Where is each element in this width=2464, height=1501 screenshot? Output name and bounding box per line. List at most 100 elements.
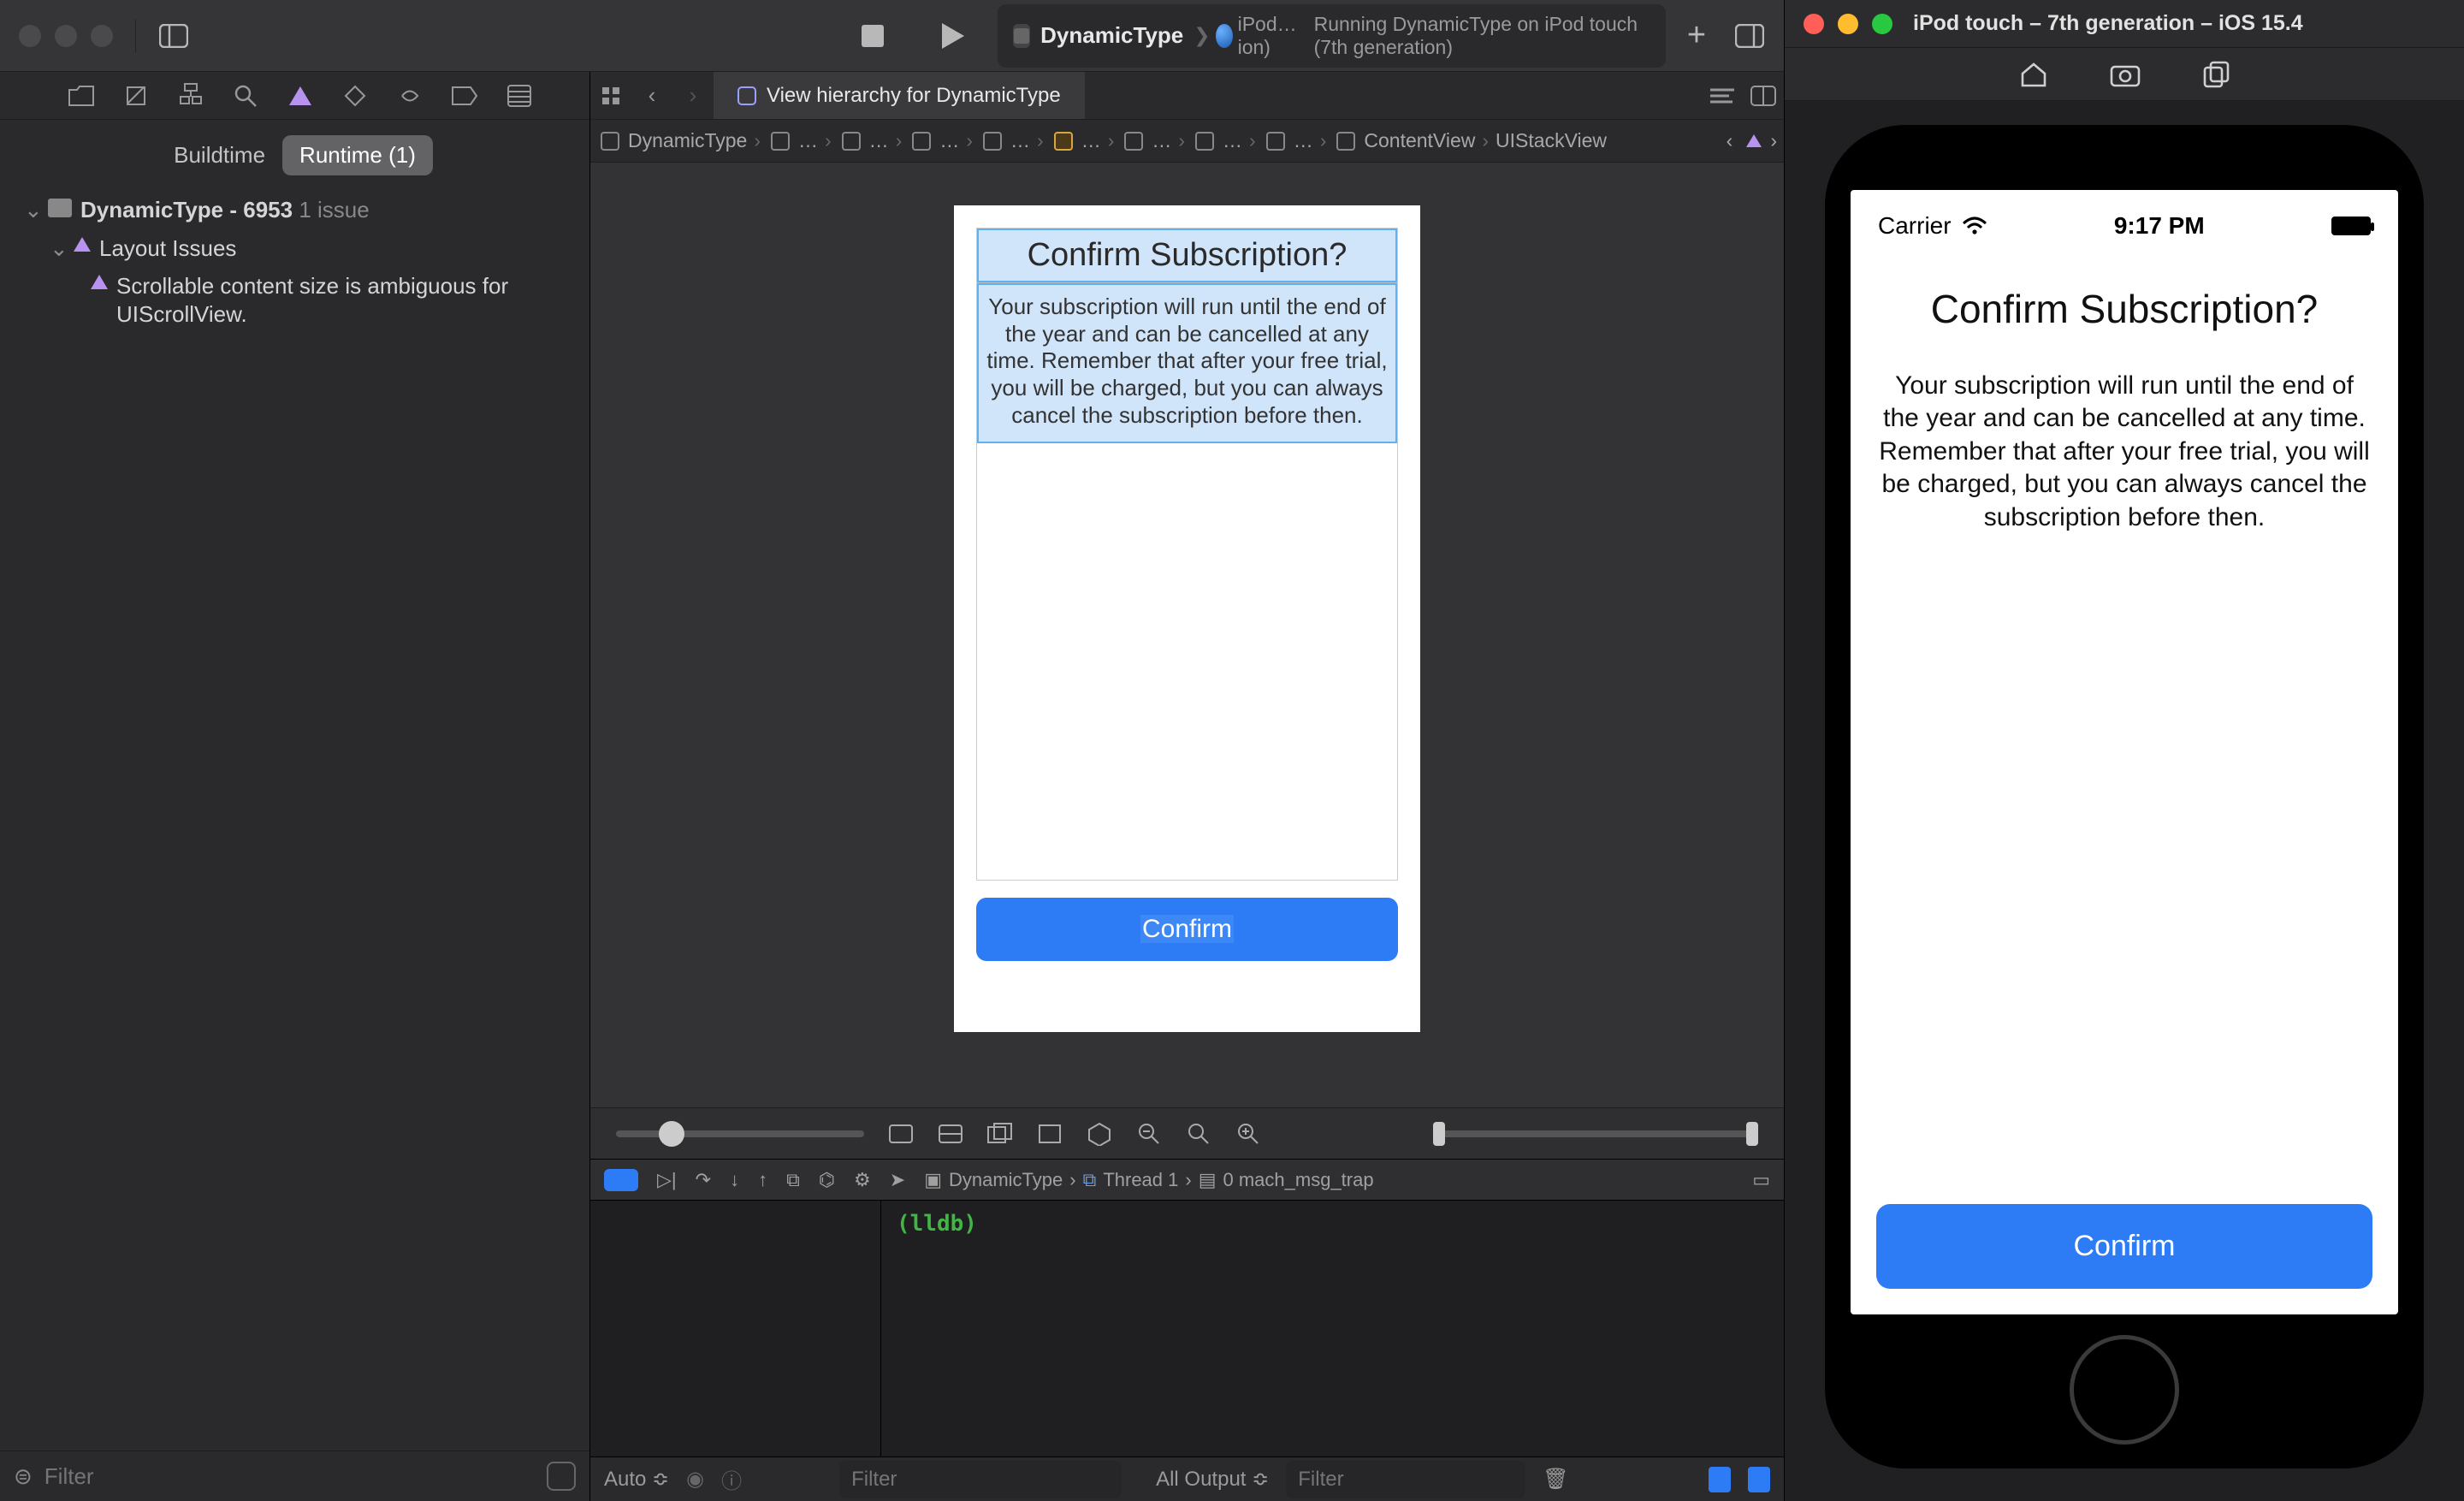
- variables-pane-toggle[interactable]: [1709, 1467, 1731, 1492]
- globe-icon: [1216, 24, 1233, 48]
- preview-confirm-button[interactable]: Confirm: [976, 898, 1398, 961]
- minimize-dot-icon[interactable]: [1838, 14, 1858, 34]
- jumpbar-root[interactable]: DynamicType: [628, 129, 747, 152]
- debug-crumbs[interactable]: ▣DynamicType ›⧉Thread 1 ›▤0 mach_msg_tra…: [924, 1169, 1373, 1191]
- tests-icon[interactable]: [342, 83, 368, 109]
- continue-icon[interactable]: ▷|: [657, 1169, 677, 1191]
- filter-toggle-icon[interactable]: [547, 1462, 576, 1491]
- copy-icon[interactable]: [2202, 61, 2230, 88]
- find-icon[interactable]: [233, 83, 258, 109]
- minimize-dot-icon[interactable]: [55, 25, 77, 47]
- view-icon: [1336, 132, 1355, 151]
- reports-icon[interactable]: [506, 83, 532, 109]
- zoom-dot-icon[interactable]: [1872, 14, 1892, 34]
- stop-button-icon[interactable]: [857, 21, 888, 51]
- sidebar-toggle-icon[interactable]: [158, 21, 189, 51]
- mode-clipped-icon[interactable]: [938, 1121, 963, 1147]
- app-body-label: Your subscription will run until the end…: [1876, 370, 2372, 534]
- mode-2d-icon[interactable]: [888, 1121, 914, 1147]
- zoom-out-icon[interactable]: [1136, 1121, 1162, 1147]
- close-dot-icon[interactable]: [1804, 14, 1824, 34]
- info-icon[interactable]: ⓘ: [721, 1464, 742, 1494]
- env-override-icon[interactable]: ⚙: [854, 1169, 871, 1191]
- library-icon[interactable]: [1734, 21, 1765, 51]
- location-icon[interactable]: ➤: [890, 1169, 905, 1191]
- issues-icon[interactable]: [287, 83, 313, 109]
- mode-wireframe-icon[interactable]: [987, 1121, 1013, 1147]
- jumpbar-stackview[interactable]: UIStackView: [1496, 129, 1607, 152]
- navigator-filter-input[interactable]: [44, 1463, 535, 1490]
- step-out-icon[interactable]: ↑: [758, 1169, 767, 1191]
- related-items-icon[interactable]: [590, 86, 631, 106]
- lldb-prompt: (lldb): [881, 1201, 1784, 1247]
- buildtime-segment[interactable]: Buildtime: [157, 135, 282, 175]
- preview-title-label[interactable]: Confirm Subscription?: [977, 228, 1397, 282]
- zoom-dot-icon[interactable]: [91, 25, 113, 47]
- debug-toolbar: ▷| ↷ ↓ ↑ ⧉ ⌬ ⚙ ➤ ▣DynamicType ›⧉Thread 1…: [590, 1159, 1784, 1200]
- step-over-icon[interactable]: ↷: [696, 1169, 711, 1191]
- add-editor-icon[interactable]: [1743, 86, 1784, 106]
- step-into-icon[interactable]: ↓: [730, 1169, 739, 1191]
- preview-root-view[interactable]: Confirm Subscription? Your subscription …: [954, 205, 1420, 1032]
- eye-icon[interactable]: ◉: [686, 1467, 704, 1492]
- issue-row[interactable]: Scrollable content size is ambiguous for…: [9, 267, 581, 333]
- clock-label: 9:17 PM: [2114, 212, 2205, 240]
- console-filter-input[interactable]: [1286, 1461, 1525, 1498]
- variables-view[interactable]: [590, 1201, 881, 1457]
- jumpbar-contentview[interactable]: ContentView: [1364, 129, 1475, 152]
- orient-icon[interactable]: [1087, 1121, 1112, 1147]
- mode-3d-icon[interactable]: [1037, 1121, 1063, 1147]
- output-scope-label[interactable]: All Output ≎: [1156, 1467, 1269, 1492]
- console-pane-toggle[interactable]: [1748, 1467, 1770, 1492]
- breakpoints-icon[interactable]: [452, 83, 477, 109]
- xcode-toolbar: DynamicType ❯ iPod…ion) Running DynamicT…: [0, 0, 1784, 72]
- spacing-slider[interactable]: [1433, 1130, 1758, 1137]
- source-control-icon[interactable]: [123, 83, 149, 109]
- issues-category-row[interactable]: ⌄ Layout Issues: [9, 229, 581, 268]
- screenshot-icon[interactable]: [2110, 62, 2141, 87]
- close-dot-icon[interactable]: [19, 25, 41, 47]
- editor-tab[interactable]: View hierarchy for DynamicType: [714, 72, 1085, 119]
- debug-nav-icon[interactable]: [397, 83, 423, 109]
- home-button[interactable]: [2070, 1335, 2179, 1445]
- debug-crumb-frame[interactable]: 0 mach_msg_trap: [1223, 1169, 1374, 1191]
- debug-crumb-app[interactable]: DynamicType: [949, 1169, 1063, 1191]
- scheme-selector[interactable]: ❯ iPod…ion): [1194, 13, 1303, 59]
- confirm-button[interactable]: Confirm: [1876, 1204, 2372, 1289]
- variables-filter-input[interactable]: [839, 1461, 1122, 1498]
- preview-body-label[interactable]: Your subscription will run until the end…: [977, 283, 1397, 443]
- home-button-wrap: [1851, 1314, 2398, 1451]
- run-button-icon[interactable]: [938, 21, 968, 51]
- console-view[interactable]: (lldb): [881, 1201, 1784, 1457]
- zoom-in-icon[interactable]: [1235, 1121, 1261, 1147]
- back-icon[interactable]: ‹: [631, 82, 672, 109]
- zoom-fit-icon[interactable]: [1186, 1121, 1211, 1147]
- folder-icon[interactable]: [68, 83, 94, 109]
- rotate-slider[interactable]: [616, 1130, 864, 1137]
- editor-options-icon[interactable]: [1702, 87, 1743, 104]
- breakpoint-toggle-icon[interactable]: [604, 1169, 638, 1191]
- view-icon: [983, 132, 1002, 151]
- runtime-segment[interactable]: Runtime (1): [282, 135, 433, 175]
- preview-selection-box[interactable]: Confirm Subscription? Your subscription …: [976, 228, 1398, 881]
- issues-root-row[interactable]: ⌄ DynamicType - 6953 1 issue: [9, 191, 581, 229]
- issues-root-count: 1 issue: [299, 197, 369, 222]
- chevron-down-icon[interactable]: ⌄: [50, 234, 65, 263]
- auto-scope-label[interactable]: Auto ≎: [604, 1467, 669, 1492]
- add-tab-icon[interactable]: +: [1681, 21, 1712, 51]
- view-hierarchy-canvas[interactable]: Confirm Subscription? Your subscription …: [590, 163, 1784, 1107]
- debug-view-icon[interactable]: ⧉: [786, 1169, 800, 1191]
- home-icon[interactable]: [2019, 62, 2048, 87]
- filter-scope-icon[interactable]: ⊜: [14, 1463, 33, 1490]
- window-traffic-lights[interactable]: [19, 25, 113, 47]
- forward-icon[interactable]: ›: [672, 82, 714, 109]
- memory-graph-icon[interactable]: ⌬: [819, 1169, 835, 1191]
- symbol-icon[interactable]: [178, 83, 204, 109]
- debug-bar-collapse-icon[interactable]: ▭: [1752, 1169, 1770, 1191]
- chevron-down-icon[interactable]: ⌄: [24, 196, 39, 224]
- debug-crumb-thread[interactable]: Thread 1: [1103, 1169, 1178, 1191]
- jump-bar[interactable]: DynamicType ›… ›… ›… ›… ›… ›… ›… ›… › Co…: [590, 120, 1784, 163]
- trash-icon[interactable]: 🗑: [1543, 1467, 1568, 1492]
- device-screen[interactable]: Carrier 9:17 PM Confirm Subscription? Yo…: [1851, 190, 2398, 1314]
- scheme-status-pill[interactable]: DynamicType ❯ iPod…ion) Running DynamicT…: [998, 4, 1666, 68]
